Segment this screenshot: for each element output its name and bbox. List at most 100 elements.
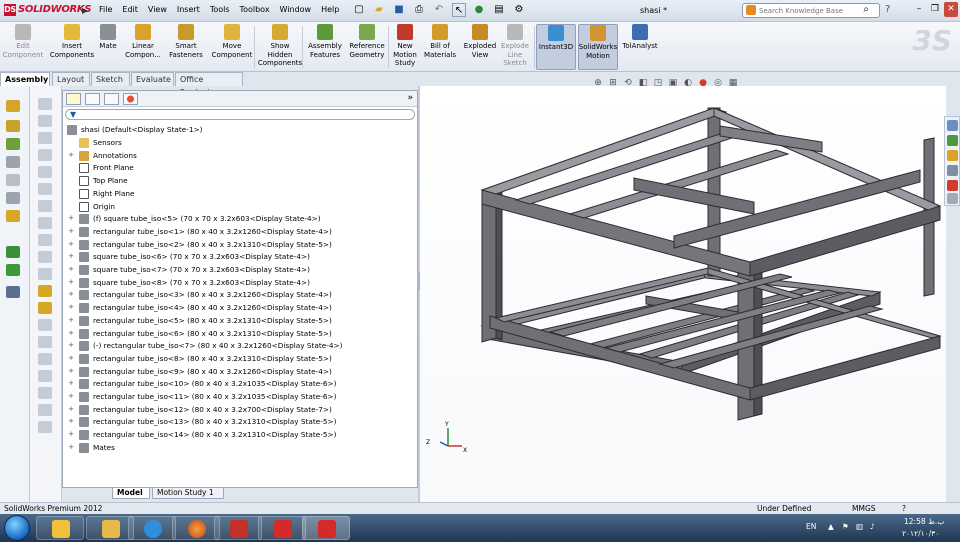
- interference-icon[interactable]: [6, 286, 20, 298]
- sketch-point-icon[interactable]: [38, 200, 52, 212]
- taskbar-firefox[interactable]: [172, 516, 220, 540]
- minimize-icon[interactable]: –: [912, 2, 926, 17]
- move-icon[interactable]: [38, 268, 52, 280]
- smart-mate-icon[interactable]: [6, 100, 20, 112]
- taskbar-autocad[interactable]: [214, 516, 262, 540]
- options-gear-icon[interactable]: ⚙: [512, 3, 526, 17]
- mate-reference-icon[interactable]: [6, 246, 20, 258]
- tree-item[interactable]: + rectangular tube_iso<8> (80 x 40 x 3.2x…: [63, 353, 417, 365]
- tree-item[interactable]: + Annotations: [63, 150, 417, 162]
- display-style-icon[interactable]: ▣: [667, 78, 679, 89]
- component-icon[interactable]: [6, 120, 20, 132]
- clock-date[interactable]: ۲۰۱۲/۱۰/۳۰: [902, 529, 939, 538]
- move-component-button[interactable]: Move Component: [210, 24, 254, 59]
- expand-icon[interactable]: +: [67, 342, 75, 350]
- lock-icon[interactable]: [6, 210, 20, 222]
- tree-item[interactable]: + square tube_iso<8> (70 x 70 x 3.2x603<D…: [63, 277, 417, 289]
- action-center-icon[interactable]: ⚑: [842, 522, 849, 531]
- expand-icon[interactable]: +: [67, 405, 75, 414]
- trim-icon[interactable]: [38, 234, 52, 246]
- block-icon[interactable]: [38, 302, 52, 314]
- select-cursor-icon[interactable]: ↖: [452, 3, 466, 17]
- expand-icon[interactable]: +: [67, 151, 75, 160]
- tree-item[interactable]: + rectangular tube_iso<10> (80 x 40 x 3.2…: [63, 378, 417, 390]
- expand-chevron-icon[interactable]: »: [407, 93, 413, 103]
- view-orientation-icon[interactable]: ◳: [652, 78, 664, 89]
- section-view-icon[interactable]: ◧: [637, 78, 649, 89]
- hide-icon[interactable]: [6, 156, 20, 168]
- status-help[interactable]: ?: [902, 503, 906, 514]
- rebuild-icon[interactable]: ●: [472, 3, 486, 17]
- tab-assembly[interactable]: Assembly: [0, 72, 50, 86]
- view-hand-icon[interactable]: [38, 98, 52, 110]
- sketch-circle-icon[interactable]: [38, 149, 52, 161]
- tree-item[interactable]: Right Plane: [63, 188, 417, 200]
- custom-properties-icon[interactable]: [947, 193, 958, 204]
- tree-item[interactable]: + (-) rectangular tube_iso<7> (80 x 40 x …: [63, 340, 417, 352]
- dimension-icon[interactable]: [38, 217, 52, 229]
- sketch-arc-icon[interactable]: [38, 166, 52, 178]
- smart-fasteners-button[interactable]: Smart Fasteners: [166, 24, 206, 59]
- insert-components-button[interactable]: Insert Components: [48, 24, 96, 59]
- tab-evaluate[interactable]: Evaluate: [131, 72, 174, 86]
- expand-icon[interactable]: +: [67, 380, 75, 388]
- tree-item[interactable]: + (f) square tube_iso<5> (70 x 70 x 3.2x6…: [63, 213, 417, 225]
- taskbar-explorer[interactable]: [86, 516, 134, 540]
- tree-item[interactable]: + rectangular tube_iso<4> (80 x 40 x 3.2x…: [63, 302, 417, 314]
- instant3d-button[interactable]: Instant3D: [536, 24, 576, 70]
- propertymanager-tab-icon[interactable]: [85, 93, 100, 105]
- file-properties-icon[interactable]: ▤: [492, 3, 506, 17]
- pan-icon[interactable]: [38, 336, 52, 348]
- expand-icon[interactable]: +: [67, 278, 75, 287]
- tree-item[interactable]: + rectangular tube_iso<12> (80 x 40 x 3.2…: [63, 404, 417, 416]
- menu-view[interactable]: View: [143, 5, 172, 14]
- tree-item[interactable]: + rectangular tube_iso<2> (80 x 40 x 3.2x…: [63, 239, 417, 251]
- tree-item[interactable]: + square tube_iso<6> (70 x 70 x 3.2x603<D…: [63, 251, 417, 263]
- zoom-icon[interactable]: [38, 370, 52, 382]
- taskbar-solidworks-1[interactable]: [258, 516, 306, 540]
- save-icon[interactable]: ■: [392, 3, 406, 17]
- solidworks-logo[interactable]: DS SOLIDWORKS: [4, 4, 92, 16]
- displaymanager-tab-icon[interactable]: [123, 93, 138, 105]
- search-box[interactable]: ⌕: [742, 3, 880, 18]
- previous-view-icon[interactable]: ⟲: [622, 78, 634, 89]
- measure-icon[interactable]: [38, 387, 52, 399]
- restore-icon[interactable]: ❐: [928, 2, 942, 17]
- volume-icon[interactable]: ♪: [870, 522, 875, 531]
- hide-show-icon[interactable]: ◐: [682, 78, 694, 89]
- network-icon[interactable]: ▥: [856, 522, 863, 531]
- pattern-icon[interactable]: [6, 192, 20, 204]
- tab-sketch[interactable]: Sketch: [91, 72, 130, 86]
- expand-icon[interactable]: +: [67, 227, 75, 236]
- expand-icon[interactable]: +: [67, 316, 75, 325]
- search-input[interactable]: [759, 5, 859, 16]
- solidworks-motion-button[interactable]: SolidWorks Motion: [578, 24, 618, 70]
- taskbar-solidworks-2[interactable]: [302, 516, 350, 540]
- close-icon[interactable]: ✕: [944, 2, 958, 17]
- menu-insert[interactable]: Insert: [172, 5, 205, 14]
- file-explorer-icon[interactable]: [947, 150, 958, 161]
- expand-icon[interactable]: +: [67, 367, 75, 376]
- tray-expand-icon[interactable]: ▲: [828, 522, 834, 531]
- expand-icon[interactable]: +: [67, 304, 75, 312]
- mate-button[interactable]: Mate: [96, 24, 120, 51]
- tree-filter[interactable]: ▼: [65, 109, 415, 120]
- tab-motion-study-1[interactable]: Motion Study 1: [152, 488, 224, 499]
- units-indicator[interactable]: MMGS: [852, 503, 876, 514]
- graphics-area[interactable]: Y Z X: [420, 86, 946, 502]
- expand-icon[interactable]: +: [67, 443, 75, 452]
- tree-item[interactable]: + rectangular tube_iso<3> (80 x 40 x 3.2x…: [63, 289, 417, 301]
- tree-item[interactable]: + rectangular tube_iso<9> (80 x 40 x 3.2x…: [63, 366, 417, 378]
- tab-office-products[interactable]: Office Products: [175, 72, 243, 97]
- instant3d-icon[interactable]: [38, 319, 52, 331]
- tree-item[interactable]: + rectangular tube_iso<1> (80 x 40 x 3.2x…: [63, 226, 417, 238]
- open-folder-icon[interactable]: ▰: [372, 3, 386, 17]
- print-icon[interactable]: ⎙: [412, 3, 426, 17]
- menu-expand-icon[interactable]: ▶: [82, 6, 88, 15]
- start-button[interactable]: [4, 515, 30, 541]
- menu-tools[interactable]: Tools: [205, 5, 235, 14]
- tree-item[interactable]: + rectangular tube_iso<11> (80 x 40 x 3.2…: [63, 391, 417, 403]
- sketch-line-icon[interactable]: [38, 115, 52, 127]
- edit-appearance-icon[interactable]: ●: [697, 78, 709, 89]
- tree-item[interactable]: shasi (Default<Display State-1>): [63, 124, 417, 136]
